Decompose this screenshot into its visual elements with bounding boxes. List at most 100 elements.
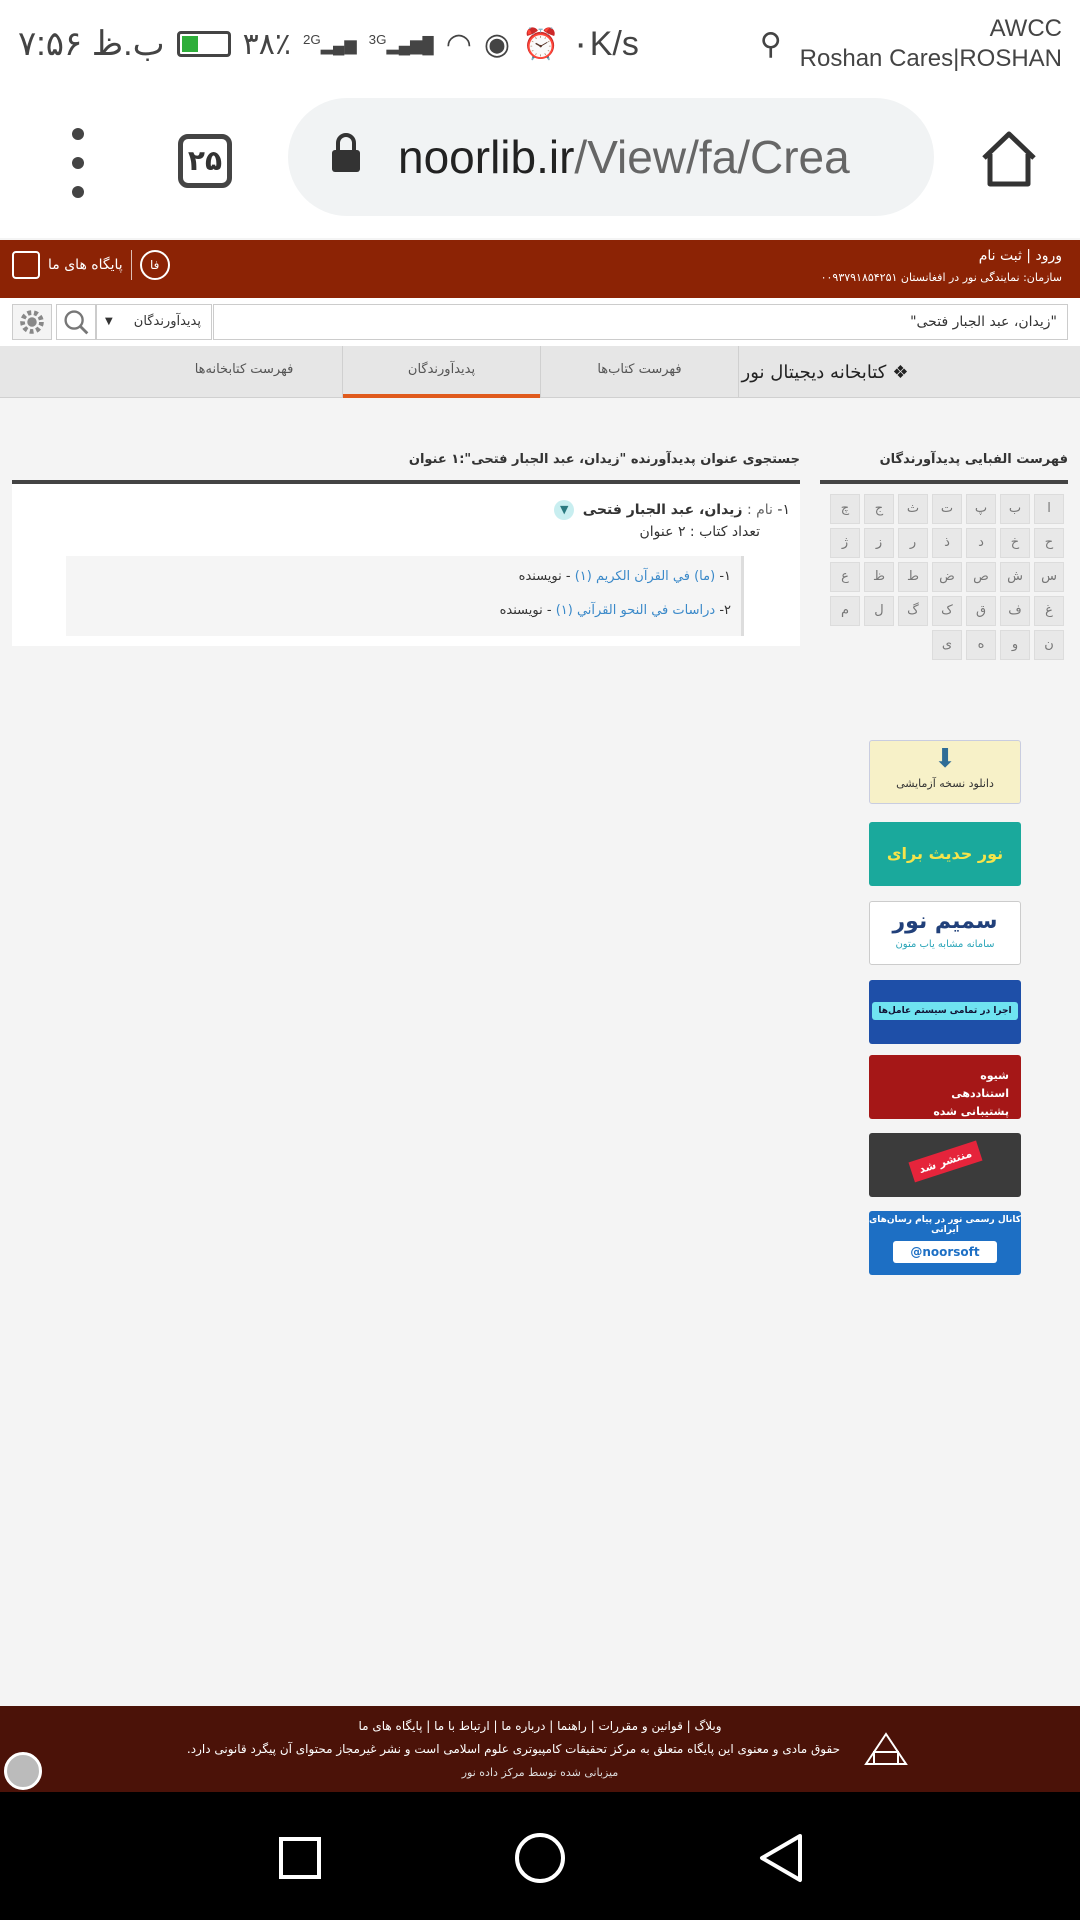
usb-icon: ⚲	[759, 27, 782, 61]
site-header: ورود | ثبت نام سازمان: نمایندگی نور در ا…	[0, 240, 1080, 298]
system-nav-bar	[0, 1792, 1080, 1920]
address-bar[interactable]: noorlib.ir/View/fa/Crea	[288, 98, 934, 216]
url-path: /View/fa/Crea	[574, 131, 850, 183]
search-scope-select[interactable]: پدیدآورندگان ▼	[96, 304, 212, 340]
letter-button[interactable]: س	[1034, 562, 1064, 592]
letter-button[interactable]: ی	[932, 630, 962, 660]
work-item: ۲- دراسات في النحو القرآني (۱) - نویسنده	[76, 596, 731, 630]
letter-button[interactable]: ق	[966, 596, 996, 626]
letter-button[interactable]: ض	[932, 562, 962, 592]
signal-2g-icon: 2G▂▄▆	[302, 32, 357, 55]
letter-button[interactable]: ع	[830, 562, 860, 592]
results-panel: جستجوی عنوان پدیدآورنده "زیدان، عبد الجب…	[12, 450, 800, 646]
letter-button[interactable]: ب	[1000, 494, 1030, 524]
login-link[interactable]: ورود	[1035, 248, 1062, 264]
letter-button[interactable]: ظ	[864, 562, 894, 592]
letter-button[interactable]: ت	[932, 494, 962, 524]
chat-widget-icon[interactable]	[4, 1752, 42, 1790]
letter-button[interactable]: خ	[1000, 528, 1030, 558]
letter-button[interactable]: ز	[864, 528, 894, 558]
result-index: ۱-	[777, 502, 790, 518]
letter-button[interactable]: ث	[898, 494, 928, 524]
result-name-line: ۱- نام : زیدان، عبد الجبار فتحی ▼	[22, 498, 790, 524]
letter-button[interactable]: ج	[864, 494, 894, 524]
signal-3g-icon: 3G▂▄▆█	[368, 32, 434, 55]
work-item: ۱- (ما) في القرآن الكريم (۱) - نویسنده	[76, 562, 731, 596]
ad-handle: @noorsoft	[893, 1241, 997, 1263]
ad-citation[interactable]: شیوه استناددهی پشتیبانی شده در	[869, 1055, 1021, 1119]
tab-libraries[interactable]: فهرست کتابخانه‌ها	[146, 346, 342, 398]
bases-menu[interactable]: پایگاه های ما فا	[12, 250, 170, 280]
work-title-link[interactable]: (ما) في القرآن الكريم (۱)	[575, 569, 715, 584]
dropdown-arrow-icon: ▼	[105, 316, 113, 327]
network-speed: ۰K/s	[571, 25, 639, 63]
home-icon[interactable]	[978, 128, 1040, 190]
creator-name[interactable]: زیدان	[704, 502, 742, 518]
back-icon[interactable]	[756, 1832, 804, 1884]
creator-name-rest[interactable]: ، عبد الجبار فتحی	[583, 502, 705, 518]
work-title-link[interactable]: دراسات في النحو القرآني (۱)	[556, 603, 715, 618]
ad-published[interactable]: منتشر شد	[869, 1133, 1021, 1197]
letter-button[interactable]: ل	[864, 596, 894, 626]
search-scope-value: پدیدآورندگان	[133, 314, 201, 329]
ad-download-trial[interactable]: ⬇ دانلود نسخه آزمایشی	[869, 740, 1021, 804]
letter-button[interactable]: ش	[1000, 562, 1030, 592]
gear-icon[interactable]	[12, 304, 52, 340]
ad-noorsoft-channel[interactable]: کانال رسمی نور در پیام رسان‌های ایرانی @…	[869, 1211, 1021, 1275]
eye-icon: ◉	[483, 27, 511, 61]
search-input[interactable]: "زیدان، عبد الجبار فتحی"	[213, 304, 1068, 340]
footer-links[interactable]: وبلاگ | قوانین و مقررات | راهنما | دربار…	[0, 1719, 1080, 1733]
battery-percent: ۳۸٪	[242, 27, 291, 61]
letters-grid: ابپتثجچ حخدذرزژ سشصضطظع غفقکگلم نوهی	[820, 484, 1068, 660]
language-button[interactable]: فا	[139, 250, 170, 280]
letter-button[interactable]: غ	[1034, 596, 1064, 626]
ad-samim-noor[interactable]: سمیم نور سامانه مشابه یاب متون	[869, 901, 1021, 965]
search-row: "زیدان، عبد الجبار فتحی" پدیدآورندگان ▼	[0, 298, 1080, 346]
letter-button[interactable]: ه	[966, 630, 996, 660]
letter-button[interactable]: م	[830, 596, 860, 626]
letter-button[interactable]: ر	[898, 528, 928, 558]
letter-button[interactable]: ص	[966, 562, 996, 592]
alphabet-panel: فهرست الفبایی پدیدآورندگان ابپتثجچ حخدذرز…	[820, 450, 1068, 660]
nav-divider	[738, 346, 739, 398]
status-bar: ۷:۵۶ ب.ظ ۳۸٪ 2G▂▄▆ 3G▂▄▆█ ◠ ◉ ⏰ ۰K/s ⚲ A…	[0, 0, 1080, 88]
ad-noor-hadith[interactable]: نور حدیث برای	[869, 822, 1021, 886]
letter-button[interactable]: ف	[1000, 596, 1030, 626]
more-menu-icon[interactable]	[68, 128, 88, 198]
letter-button[interactable]: پ	[966, 494, 996, 524]
register-link[interactable]: ثبت نام	[979, 248, 1022, 264]
letter-button[interactable]: ژ	[830, 528, 860, 558]
chevron-down-icon[interactable]: ▼	[554, 500, 575, 520]
status-left: ۷:۵۶ ب.ظ ۳۸٪ 2G▂▄▆ 3G▂▄▆█ ◠ ◉ ⏰ ۰K/s	[18, 24, 639, 64]
tab-creators[interactable]: پدیدآورندگان	[343, 346, 540, 398]
site-logo[interactable]: کتابخانه دیجیتال نور ❖	[740, 346, 910, 398]
letter-button[interactable]: گ	[898, 596, 928, 626]
clock: ۷:۵۶ ب.ظ	[18, 25, 165, 63]
battery-icon	[176, 31, 231, 57]
tab-books[interactable]: فهرست کتاب‌ها	[541, 346, 738, 398]
bases-icon	[12, 251, 40, 279]
letter-button[interactable]: و	[1000, 630, 1030, 660]
home-nav-icon[interactable]	[514, 1832, 566, 1884]
ad-text: اجرا در تمامی سیستم عامل‌ها	[872, 1002, 1018, 1020]
result-item: ۱- نام : زیدان، عبد الجبار فتحی ▼ تعداد …	[12, 484, 800, 646]
letter-button[interactable]: ذ	[932, 528, 962, 558]
recents-icon[interactable]	[278, 1836, 322, 1880]
works-list: ۱- (ما) في القرآن الكريم (۱) - نویسنده ۲…	[66, 556, 744, 636]
alphabet-title: فهرست الفبایی پدیدآورندگان	[879, 452, 1068, 467]
letter-button[interactable]: ن	[1034, 630, 1064, 660]
letter-button[interactable]: ا	[1034, 494, 1064, 524]
ad-text: دانلود نسخه آزمایشی	[896, 777, 994, 790]
org-label: سازمان: نمایندگی نور در افغانستان ۰۰۹۳۷۹…	[820, 271, 1062, 284]
search-icon[interactable]	[56, 304, 96, 340]
ad-text: سمیم نور	[892, 909, 998, 934]
letter-button[interactable]: ط	[898, 562, 928, 592]
book-icon: ❖	[892, 361, 909, 383]
letter-button[interactable]: ح	[1034, 528, 1064, 558]
ad-text: کانال رسمی نور در پیام رسان‌های ایرانی	[869, 1215, 1021, 1235]
letter-button[interactable]: ک	[932, 596, 962, 626]
ad-cross-platform[interactable]: اجرا در تمامی سیستم عامل‌ها	[869, 980, 1021, 1044]
tab-switcher-button[interactable]: ۲۵	[178, 134, 232, 188]
letter-button[interactable]: چ	[830, 494, 860, 524]
letter-button[interactable]: د	[966, 528, 996, 558]
